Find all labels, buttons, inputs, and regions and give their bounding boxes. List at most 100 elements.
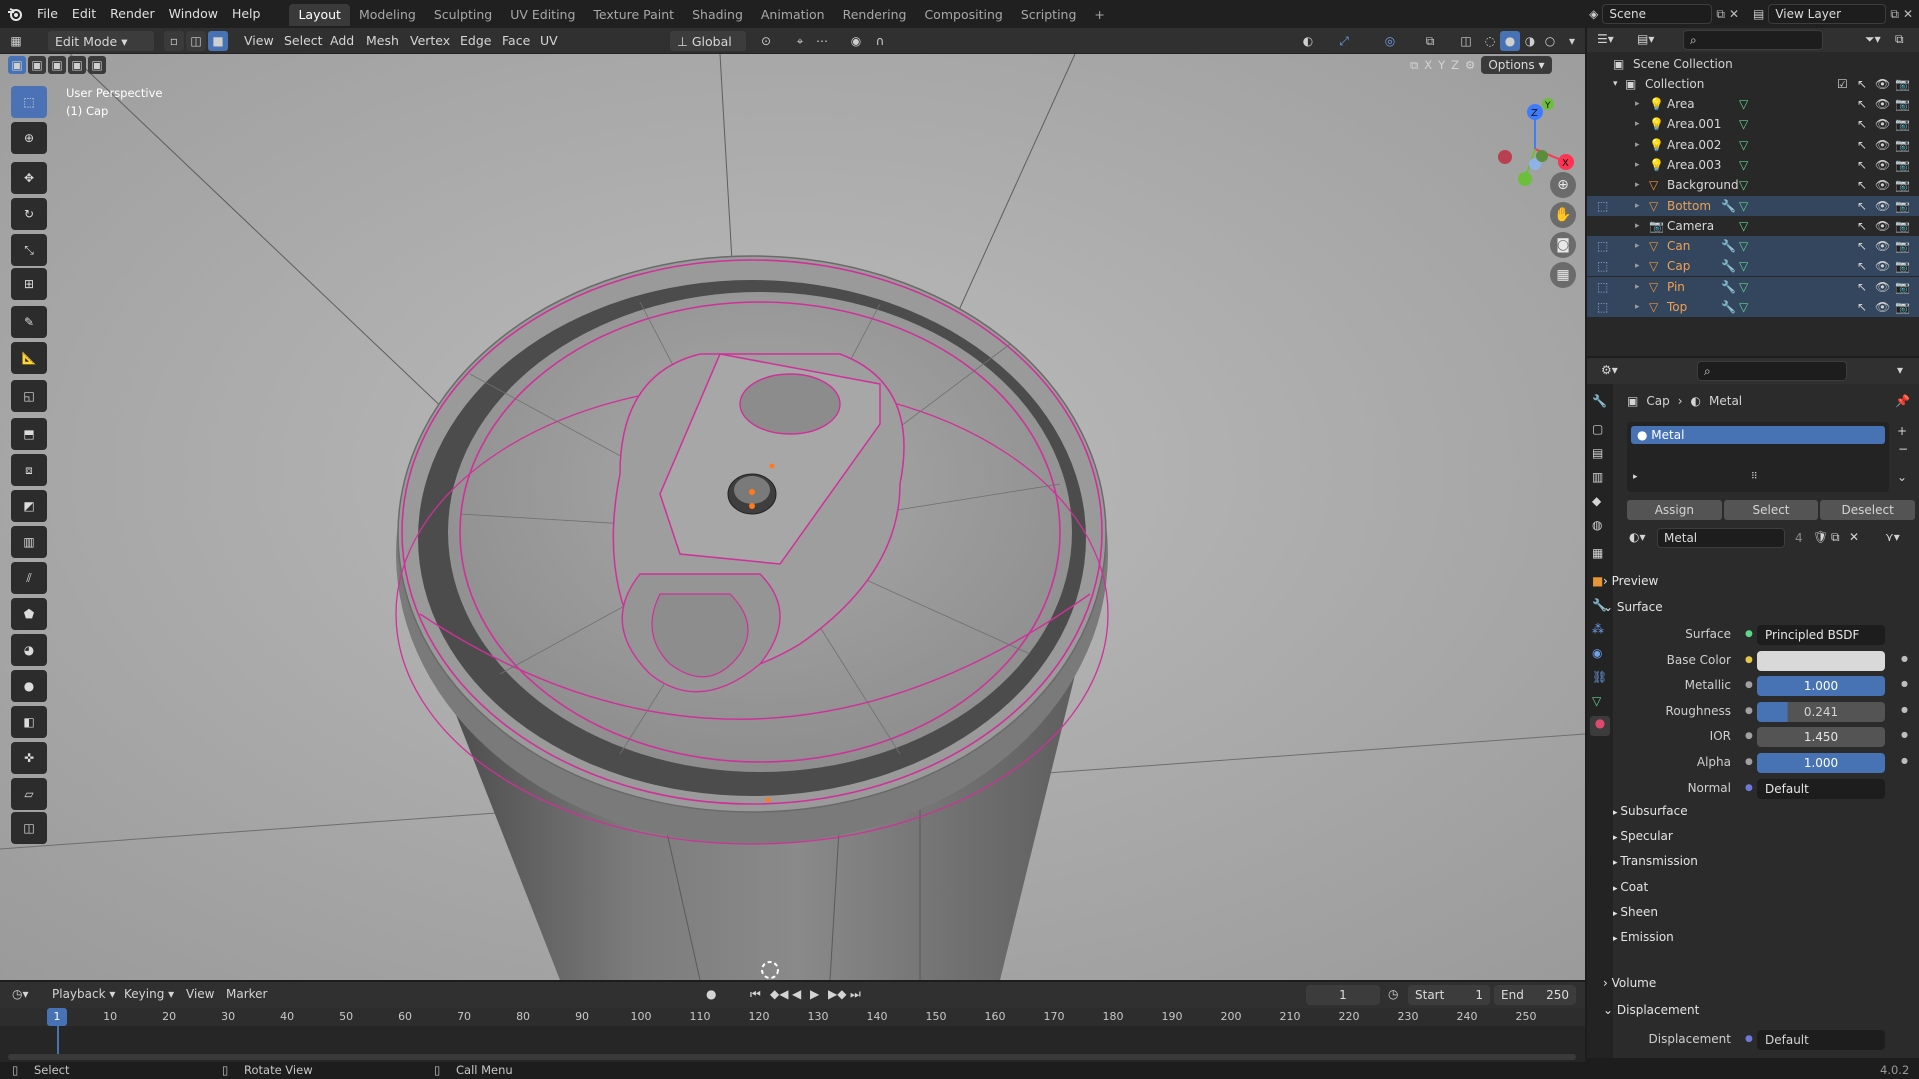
expand-icon[interactable]: ▸ <box>1635 277 1640 297</box>
poly-build-tool-icon[interactable]: ⬟ <box>11 598 47 630</box>
selectable-icon[interactable]: ↖ <box>1857 196 1867 216</box>
edit-mode-icon[interactable]: ⬚ <box>1597 297 1608 317</box>
delete-scene-icon[interactable]: ✕ <box>1729 7 1739 21</box>
eye-icon[interactable]: 👁 <box>1875 277 1890 297</box>
render-camera-icon[interactable]: 📷 <box>1895 216 1910 236</box>
select-invert-icon[interactable]: ▣ <box>68 56 86 74</box>
eye-icon[interactable]: 👁 <box>1875 236 1890 256</box>
mirror-x-toggle[interactable]: X <box>1424 58 1432 72</box>
node-tree-icon[interactable]: ⋎▾ <box>1885 530 1900 544</box>
selectable-icon[interactable]: ↖ <box>1857 236 1867 256</box>
scene-tab-icon[interactable]: ◆ <box>1592 494 1601 508</box>
selectable-icon[interactable]: ↖ <box>1857 94 1867 114</box>
eye-icon[interactable]: 👁 <box>1875 216 1890 236</box>
menu-render[interactable]: Render <box>103 0 162 28</box>
eye-icon[interactable]: 👁 <box>1875 135 1890 155</box>
options-dropdown[interactable]: Options ▾ <box>1481 56 1552 74</box>
outliner-item-cap[interactable]: ⬚ ▸ ▽ Cap 🔧 ▽ ↖ 👁 📷 <box>1587 256 1919 277</box>
preview-panel-header[interactable]: › Preview <box>1603 574 1658 588</box>
properties-editor-icon[interactable]: ⚙▾ <box>1601 363 1618 377</box>
tab-scripting[interactable]: Scripting <box>1012 4 1086 26</box>
camera-view-icon[interactable]: ◙ <box>1550 232 1576 258</box>
world-tab-icon[interactable]: ◍ <box>1592 518 1602 532</box>
keyframe-dot-icon[interactable]: ● <box>1901 730 1908 739</box>
expand-icon[interactable]: ▸ <box>1635 236 1640 256</box>
tab-shading[interactable]: Shading <box>683 4 752 26</box>
start-frame-field[interactable]: Start 1 <box>1408 985 1490 1005</box>
eye-icon[interactable]: 👁 <box>1875 196 1890 216</box>
tool-tab-icon[interactable]: 🔧 <box>1592 394 1607 408</box>
modifier-icon[interactable]: 🔧 <box>1721 236 1736 256</box>
render-camera-icon[interactable]: 📷 <box>1895 94 1910 114</box>
modifier-icon[interactable]: 🔧 <box>1721 297 1736 317</box>
outliner-search-field[interactable]: ⌕ <box>1683 30 1823 50</box>
eye-icon[interactable]: 👁 <box>1875 256 1890 276</box>
checkbox-icon[interactable]: ☑ <box>1837 74 1848 94</box>
menu-face[interactable]: Face <box>496 31 536 51</box>
tab-texture-paint[interactable]: Texture Paint <box>584 4 683 26</box>
view-layer-tab-icon[interactable]: ▥ <box>1592 470 1603 484</box>
expand-icon[interactable]: ▸ <box>1635 94 1640 114</box>
cursor-tool-icon[interactable]: ⊕ <box>11 122 47 154</box>
shear-tool-icon[interactable]: ▱ <box>11 778 47 810</box>
playback-menu[interactable]: Playback ▾ <box>52 987 115 1001</box>
select-subtract-icon[interactable]: ▣ <box>48 56 66 74</box>
select-box-tool-icon[interactable]: ⬚ <box>11 86 47 118</box>
editor-type-icon[interactable]: ▦ <box>6 31 26 51</box>
render-camera-icon[interactable]: 📷 <box>1895 236 1910 256</box>
render-camera-icon[interactable]: 📷 <box>1895 114 1910 134</box>
socket-icon[interactable]: ● <box>1745 706 1753 716</box>
scale-tool-icon[interactable]: ⤡ <box>11 234 47 266</box>
keying-menu[interactable]: Keying ▾ <box>124 987 174 1001</box>
edit-mode-icon[interactable]: ⬚ <box>1597 196 1608 216</box>
field-value-alpha[interactable]: 1.000 <box>1757 753 1885 773</box>
scene-name-field[interactable]: Scene <box>1602 4 1713 24</box>
timeline-editor-icon[interactable]: ◷▾ <box>12 987 29 1001</box>
select-button[interactable]: Select <box>1723 500 1819 520</box>
displacement-value[interactable]: Default <box>1757 1030 1885 1050</box>
menu-view[interactable]: View <box>238 31 280 51</box>
expand-icon[interactable]: ▸ <box>1635 114 1640 134</box>
modifier-icon[interactable]: 🔧 <box>1721 256 1736 276</box>
display-mode-icon[interactable]: ▤▾ <box>1637 32 1654 46</box>
outliner-item-camera[interactable]: ▸ 📷 Camera ▽ ↖ 👁 📷 <box>1587 216 1919 236</box>
outliner-item-top[interactable]: ⬚ ▸ ▽ Top 🔧 ▽ ↖ 👁 📷 <box>1587 297 1919 317</box>
view-layer-field[interactable]: View Layer <box>1768 4 1887 24</box>
falloff-icon[interactable]: ∩ <box>870 31 890 51</box>
pin-icon[interactable]: 📌 <box>1895 394 1910 408</box>
keyframe-dot-icon[interactable]: ● <box>1901 756 1908 765</box>
orientation-dropdown[interactable]: ⊥ Global ▾ <box>670 31 746 69</box>
tab-layout[interactable]: Layout <box>289 4 350 26</box>
knife-tool-icon[interactable]: ⫽ <box>11 562 47 594</box>
extrude-tool-icon[interactable]: ⬒ <box>11 418 47 450</box>
delete-view-layer-icon[interactable]: ✕ <box>1903 7 1913 21</box>
object-data-icon[interactable]: ▽ <box>1739 216 1748 236</box>
annotate-tool-icon[interactable]: ✎ <box>11 306 47 338</box>
mesh-options-icon[interactable]: ⚙ <box>1465 58 1475 72</box>
expand-icon[interactable]: ▸ <box>1635 256 1640 276</box>
menu-edit[interactable]: Edit <box>65 0 103 28</box>
mode-dropdown[interactable]: Edit Mode ▾ <box>48 31 154 51</box>
outliner-editor-icon[interactable]: ☰▾ <box>1597 32 1614 46</box>
selectable-icon[interactable]: ↖ <box>1857 277 1867 297</box>
eye-icon[interactable]: 👁 <box>1875 74 1890 94</box>
deselect-button[interactable]: Deselect <box>1820 500 1916 520</box>
subpanel-emission[interactable]: ▸ Emission <box>1613 930 1674 944</box>
filter-icon[interactable]: ⏷▾ <box>1865 32 1881 47</box>
expand-icon[interactable]: ▸ <box>1635 175 1640 195</box>
edit-mode-icon[interactable]: ⬚ <box>1597 256 1608 276</box>
eye-icon[interactable]: 👁 <box>1875 175 1890 195</box>
scene-selector[interactable]: ◈ Scene ⧉ ✕ <box>1589 4 1739 24</box>
move-tool-icon[interactable]: ✥ <box>11 162 47 194</box>
mirror-icon[interactable]: ⧉ <box>1410 58 1418 73</box>
menu-help[interactable]: Help <box>225 0 268 28</box>
object-data-icon[interactable]: ▽ <box>1739 135 1748 155</box>
render-camera-icon[interactable]: 📷 <box>1895 297 1910 317</box>
jump-end-icon[interactable]: ⏭ <box>850 987 861 1002</box>
outliner-item-area[interactable]: ▸ 💡 Area ▽ ↖ 👁 📷 <box>1587 94 1919 114</box>
material-slot-item[interactable]: ● Metal <box>1631 426 1885 444</box>
rotate-tool-icon[interactable]: ↻ <box>11 198 47 230</box>
marker-menu[interactable]: Marker <box>226 987 267 1001</box>
menu-select[interactable]: Select <box>278 31 329 51</box>
gizmo-icon[interactable]: ⤢ <box>1334 31 1354 51</box>
